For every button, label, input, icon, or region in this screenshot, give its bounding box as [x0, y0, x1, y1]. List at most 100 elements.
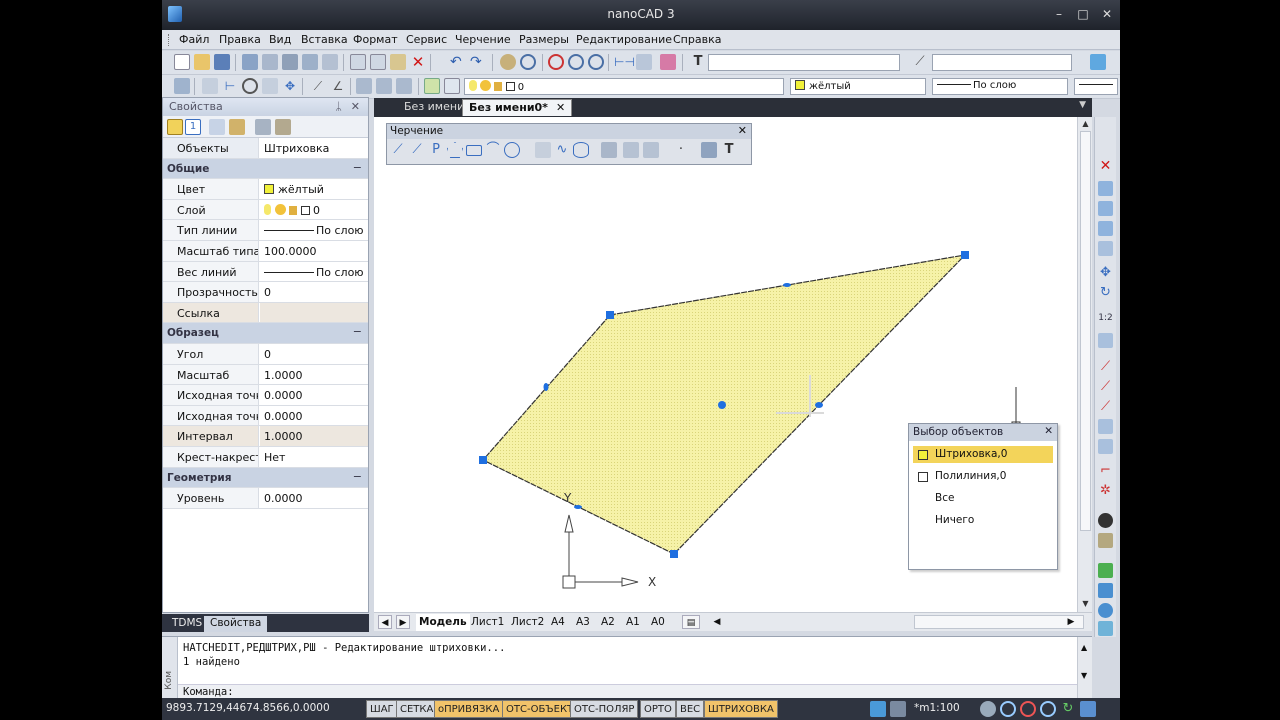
vertical-scrollbar[interactable]: ▲ ▼ [1077, 117, 1092, 612]
cloud-tool-icon[interactable] [535, 142, 551, 158]
mirror-icon[interactable] [1098, 201, 1113, 216]
section-general[interactable]: Общие − [163, 158, 368, 180]
pan-status-icon[interactable] [980, 701, 996, 717]
toggle-hatch[interactable]: ШТРИХОВКА [704, 700, 778, 718]
layer-states-icon[interactable] [424, 78, 440, 94]
sheet-tab[interactable]: A2 [598, 614, 618, 631]
prop-origin-x[interactable]: Исходная точк... 0.0000 [163, 385, 368, 406]
publish-icon[interactable] [282, 54, 298, 70]
measure-icon[interactable]: ⊢ [222, 78, 238, 94]
xref-icon[interactable] [396, 78, 412, 94]
block-icon[interactable] [356, 78, 372, 94]
regen-icon[interactable]: ↻ [1060, 701, 1076, 717]
select-none-item[interactable]: Ничего [913, 512, 1053, 529]
point-tool-icon[interactable]: · [673, 142, 689, 158]
layout-icon[interactable] [890, 701, 906, 717]
chamfer-icon[interactable] [1098, 439, 1113, 454]
insert-tool-icon[interactable] [643, 142, 659, 158]
collapse-icon[interactable]: − [353, 470, 362, 483]
menu-edit[interactable]: Правка [219, 33, 261, 46]
distance-icon[interactable]: ⊢⊣ [614, 54, 635, 70]
command-scrollbar[interactable]: ▲ ▼ [1077, 637, 1092, 699]
quick-select-icon[interactable] [209, 119, 225, 135]
save-icon[interactable] [214, 54, 230, 70]
polyline-tool-icon[interactable]: P [428, 142, 444, 158]
color-select[interactable]: жёлтый [790, 78, 926, 95]
explode-icon[interactable]: ✲ [1098, 483, 1113, 498]
insert-block-icon[interactable] [376, 78, 392, 94]
plot-icon[interactable] [302, 54, 318, 70]
command-input[interactable]: Команда: [178, 684, 1077, 699]
tab-properties[interactable]: Свойства [204, 616, 268, 632]
close-popup-icon[interactable]: ✕ [1044, 425, 1053, 437]
prop-scale[interactable]: Масштаб 1.0000 [163, 364, 368, 386]
import-props-icon[interactable] [275, 119, 291, 135]
prop-angle[interactable]: Угол 0 [163, 343, 368, 365]
join-icon[interactable] [1098, 419, 1113, 434]
prop-double[interactable]: Крест-накрест Нет [163, 446, 368, 468]
toggle-pickadd-icon[interactable]: 1 [185, 119, 201, 135]
scroll-right-icon[interactable]: ▶ [1064, 615, 1078, 629]
zoom-window-status-icon[interactable] [1020, 701, 1036, 717]
selection-popup-header[interactable]: Выбор объектов ✕ [909, 424, 1057, 441]
draw-order-icon[interactable] [1098, 583, 1113, 598]
menu-modify[interactable]: Редактирование [576, 33, 672, 46]
scroll-down-icon[interactable]: ▼ [1080, 599, 1091, 610]
tab-tdms[interactable]: TDMS [166, 616, 208, 632]
doc-tab-1[interactable]: Без имени0* ✕ [462, 99, 573, 116]
menu-drawing[interactable]: Черчение [455, 33, 511, 46]
ray-tool-icon[interactable]: ⟋ [409, 142, 425, 158]
toggle-ortho[interactable]: ОРТО [640, 700, 676, 718]
prop-color[interactable]: Цвет жёлтый [163, 179, 368, 200]
section-pattern[interactable]: Образец − [163, 323, 368, 344]
prop-linetype-scale[interactable]: Масштаб типа ... 100.0000 [163, 240, 368, 262]
prop-lineweight[interactable]: Вес линий По слою [163, 261, 368, 283]
lineweight-select[interactable] [1074, 78, 1118, 95]
sheet-tab[interactable]: A4 [548, 614, 568, 631]
linetype-select[interactable]: По слою [932, 78, 1068, 95]
open-folder-icon[interactable] [194, 54, 210, 70]
copy-object-icon[interactable] [1098, 181, 1113, 196]
prop-link[interactable]: Ссылка [163, 302, 368, 324]
stretch-icon[interactable] [1098, 333, 1113, 348]
scroll-left-icon[interactable]: ◀ [710, 615, 724, 629]
move-object-icon[interactable]: ✥ [1098, 265, 1113, 280]
grid-icon[interactable] [262, 78, 278, 94]
scroll-up-icon[interactable]: ▲ [1080, 119, 1091, 130]
menu-format[interactable]: Формат [353, 33, 398, 46]
print-preview-icon[interactable] [262, 54, 278, 70]
angle-icon[interactable]: ∠ [330, 78, 346, 94]
ellipse-tool-icon[interactable] [573, 142, 589, 158]
dim-style-icon[interactable]: ⟋ [912, 54, 928, 70]
3d-icon[interactable] [1098, 621, 1113, 636]
layer-previous-icon[interactable] [444, 78, 460, 94]
minimize-button[interactable]: – [1052, 7, 1066, 21]
objects-row[interactable]: Объекты Штриховка [163, 138, 368, 159]
paste-icon[interactable] [390, 54, 406, 70]
layer-tool-icon[interactable] [1098, 563, 1113, 578]
prop-linetype[interactable]: Тип линии По слою [163, 220, 368, 241]
pin-icon[interactable]: ᛦ [335, 100, 342, 113]
pan-icon[interactable] [500, 54, 516, 70]
toggle-otrack[interactable]: ОТС-ОБЪЕКТ [502, 700, 578, 718]
eraser-icon[interactable] [660, 54, 676, 70]
spline-tool-icon[interactable]: ∿ [554, 142, 570, 158]
command-line-handle[interactable]: Ком [162, 637, 178, 699]
close-tab-icon[interactable]: ✕ [556, 101, 565, 114]
drawing-toolbar-header[interactable]: Черчение ✕ [387, 124, 751, 139]
rectangle-tool-icon[interactable] [466, 145, 482, 156]
close-panel-icon[interactable]: ✕ [351, 100, 360, 113]
menu-grip[interactable] [168, 34, 171, 46]
zoom-status-icon[interactable] [1000, 701, 1016, 717]
select-all-item[interactable]: Все [913, 490, 1053, 507]
section-geometry[interactable]: Геометрия − [163, 467, 368, 489]
hatch-tool-icon[interactable] [601, 142, 617, 158]
filter-icon[interactable] [229, 119, 245, 135]
undo-icon[interactable]: ↶ [450, 54, 466, 70]
scroll-thumb[interactable] [1080, 131, 1091, 531]
text-style-field[interactable] [708, 54, 900, 71]
prop-transparency[interactable]: Прозрачность 0 [163, 282, 368, 303]
fullscreen-icon[interactable] [1080, 701, 1096, 717]
sheet-tab[interactable]: A1 [623, 614, 643, 631]
line-tool-icon[interactable]: ⟋ [390, 142, 406, 158]
